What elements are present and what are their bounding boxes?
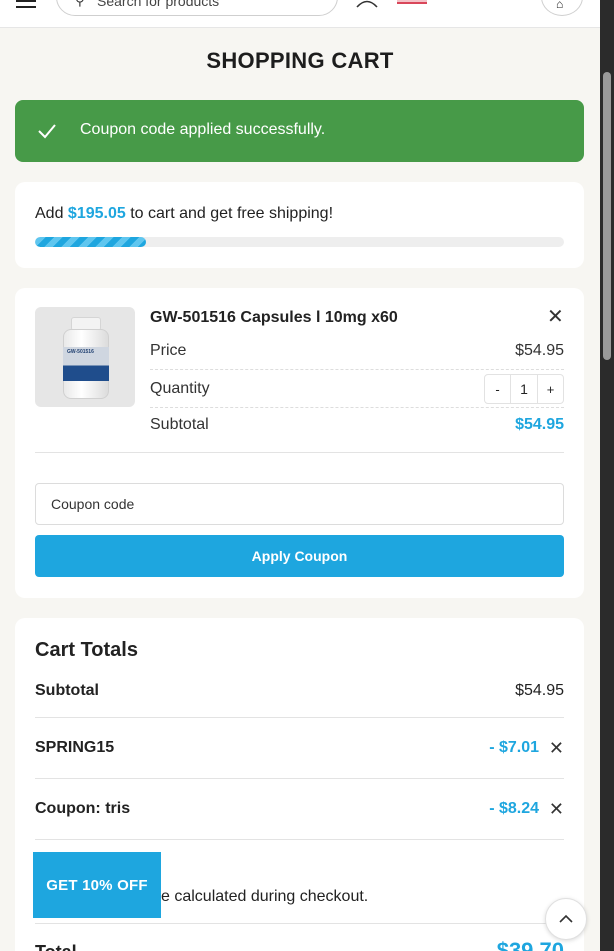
- cart-item-card: GW-501516 GW-501516 Capsules l 10mg x60 …: [15, 288, 584, 598]
- cart-icon: ⌂: [556, 0, 564, 11]
- total-value: $39.70: [496, 938, 564, 951]
- quantity-value[interactable]: 1: [510, 375, 538, 403]
- total-label: Total: [35, 942, 77, 951]
- shipping-amount: $195.05: [67, 205, 126, 222]
- remove-item-icon[interactable]: ✕: [547, 307, 564, 327]
- flag-icon[interactable]: [397, 0, 427, 4]
- remove-coupon-icon[interactable]: ✕: [549, 739, 564, 757]
- totals-subtotal-label: Subtotal: [35, 682, 99, 699]
- subtotal-value: $54.95: [515, 416, 564, 433]
- divider: [35, 452, 564, 453]
- scrollbar-thumb[interactable]: [603, 72, 611, 360]
- bottle-label: GW-501516: [67, 349, 94, 355]
- quantity-minus-button[interactable]: -: [485, 375, 510, 403]
- apply-coupon-button[interactable]: Apply Coupon: [35, 535, 564, 577]
- quantity-stepper: - 1 +: [484, 374, 564, 404]
- coupon-row: SPRING15 - $7.01 ✕: [35, 718, 564, 779]
- quantity-label: Quantity: [150, 380, 210, 397]
- coupon-discount-value: - $7.01: [489, 739, 539, 756]
- divider: [35, 923, 564, 924]
- success-message: Coupon code applied successfully.: [80, 121, 326, 138]
- shipping-note: e calculated during checkout.: [161, 888, 369, 905]
- price-value: $54.95: [515, 342, 564, 359]
- cart-button[interactable]: ⌂: [541, 0, 583, 16]
- remove-coupon-icon[interactable]: ✕: [549, 800, 564, 818]
- free-shipping-text: Add $195.05 to cart and get free shippin…: [35, 205, 333, 223]
- quantity-plus-button[interactable]: +: [538, 375, 563, 403]
- shipping-suffix: to cart and get free shipping!: [125, 205, 334, 222]
- chevron-up-icon: [559, 914, 573, 923]
- cart-totals-heading: Cart Totals: [35, 639, 138, 661]
- user-icon[interactable]: [356, 0, 378, 8]
- price-row: Price $54.95: [150, 332, 564, 370]
- search-bar[interactable]: ⚲ Search for products: [56, 0, 338, 16]
- subtotal-label: Subtotal: [150, 416, 209, 433]
- price-label: Price: [150, 342, 187, 359]
- free-shipping-card: Add $195.05 to cart and get free shippin…: [15, 182, 584, 268]
- coupon-input[interactable]: [35, 483, 564, 525]
- page-title: SHOPPING CART: [206, 48, 394, 73]
- search-placeholder: Search for products: [97, 0, 220, 9]
- bottle-illustration: GW-501516: [63, 317, 109, 399]
- coupon-row: Coupon: tris - $8.24 ✕: [35, 779, 564, 840]
- site-header: ⚲ Search for products ⌂: [0, 0, 600, 28]
- product-image[interactable]: GW-501516: [35, 307, 135, 407]
- product-name[interactable]: GW-501516 Capsules l 10mg x60: [150, 309, 398, 327]
- shipping-prefix: Add: [35, 205, 68, 222]
- search-icon: ⚲: [75, 0, 85, 8]
- shipping-progress-fill: [35, 237, 147, 247]
- coupon-discount-value: - $8.24: [489, 800, 539, 817]
- hamburger-icon[interactable]: [16, 0, 36, 8]
- totals-subtotal-row: Subtotal $54.95: [35, 680, 564, 718]
- back-to-top-button[interactable]: [545, 898, 587, 940]
- coupon-code-label: SPRING15: [35, 739, 115, 756]
- totals-subtotal-value: $54.95: [515, 682, 564, 699]
- success-notice: Coupon code applied successfully.: [15, 100, 584, 162]
- quantity-row: Quantity - 1 +: [150, 370, 564, 408]
- check-icon: [38, 124, 56, 139]
- subtotal-row: Subtotal $54.95: [150, 406, 564, 444]
- coupon-code-label: Coupon: tris: [35, 800, 131, 817]
- shipping-progress-bar: [35, 237, 564, 247]
- discount-popup-button[interactable]: GET 10% OFF: [33, 852, 161, 918]
- page-scrollbar[interactable]: [600, 0, 614, 951]
